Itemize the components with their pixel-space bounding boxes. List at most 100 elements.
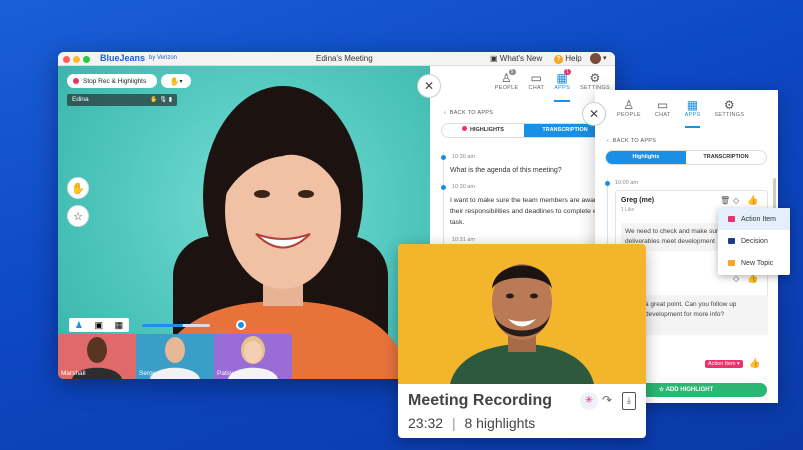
seg-highlights[interactable]: Highlights — [606, 151, 686, 164]
recording-card[interactable]: Meeting Recording 23:32 | 8 highlights ✳… — [398, 244, 646, 438]
grid-layout-icon[interactable]: ▦ — [115, 320, 124, 331]
raise-hand-button[interactable]: ✋ — [67, 177, 89, 199]
close-icon: ✕ — [423, 79, 435, 93]
tag-icon[interactable]: ◇ — [733, 196, 739, 205]
hand-icon: ✋ — [71, 182, 85, 195]
volume-slider-handle[interactable] — [235, 320, 246, 330]
maximize-window-button[interactable] — [83, 55, 90, 63]
people-icon: ♙ — [623, 98, 635, 112]
menu-item-action-item[interactable]: Action Item — [718, 208, 790, 230]
tag-label: Action Item — [708, 361, 736, 367]
speaker-layout-icon[interactable]: ▣ — [95, 320, 104, 331]
title-bar: BlueJeans by Verizon Edina's Meeting ▣ W… — [58, 52, 615, 66]
share-icon[interactable]: ↷ — [602, 393, 612, 407]
menu-item-decision[interactable]: Decision — [718, 230, 790, 252]
seg-label: HIGHLIGHTS — [470, 127, 504, 133]
download-icon[interactable]: ⤓ — [622, 392, 636, 410]
entry-time: 10:30 am — [452, 184, 475, 190]
meta-separator: | — [451, 415, 456, 431]
tab-label: APPS — [684, 112, 701, 118]
participant-tile[interactable]: Marshall — [58, 334, 136, 379]
highlight-author: Greg (me) — [621, 197, 655, 204]
tag-icon[interactable]: ◇ — [733, 274, 739, 283]
record-icon — [73, 78, 79, 84]
participant-tile[interactable]: Patsy — [214, 334, 292, 379]
decision-swatch — [728, 238, 735, 244]
recording-highlights: 8 highlights — [464, 415, 536, 431]
highlight-menu-button[interactable]: ✋ ▾ — [161, 74, 191, 88]
seg-transcription[interactable]: TRANSCRIPTION — [686, 151, 766, 164]
entry-time: 10:31 am — [452, 237, 475, 243]
highlight-type-dropdown: Action Item Decision New Topic — [718, 208, 790, 275]
action-item-tag[interactable]: Action Item ▾ — [705, 360, 743, 368]
participant-name: Marshall — [61, 370, 86, 377]
back-to-apps-link[interactable]: ‹ BACK TO APPS — [444, 110, 493, 116]
tab-label: CHAT — [654, 112, 671, 118]
tab-label: PEOPLE — [617, 112, 641, 118]
entry-time: 10:30 am — [452, 154, 475, 160]
volume-fill — [142, 324, 183, 327]
video-area: Stop Rec & Highlights ✋ ▾ Edina ✋ 🎙 ▮ ✋ … — [58, 66, 430, 379]
help-icon: ? — [554, 55, 563, 64]
thumbs-up-icon[interactable]: 👍 — [749, 358, 760, 369]
tab-label: CHAT — [528, 85, 545, 91]
volume-slider[interactable] — [142, 324, 210, 327]
brand-suffix: by Verizon — [149, 55, 178, 61]
tab-label: SETTINGS — [714, 112, 745, 118]
stop-rec-button[interactable]: Stop Rec & Highlights — [67, 74, 157, 88]
participant-tile[interactable]: Serge — [136, 334, 214, 379]
new-topic-swatch — [728, 260, 735, 266]
user-avatar[interactable] — [590, 53, 601, 64]
tab-chat[interactable]: ▭ CHAT — [528, 71, 544, 102]
panel2-segment-control: Highlights TRANSCRIPTION — [605, 150, 767, 165]
star-icon: ☆ — [658, 387, 665, 393]
close-window-button[interactable] — [63, 55, 70, 63]
help-button[interactable]: ? Help — [554, 54, 582, 64]
panel-tabs: ♙ PEOPLE ▭ CHAT ▦ APPS ⚙ SETTINGS — [595, 90, 778, 128]
people-layout-icon[interactable]: ♟ — [75, 320, 83, 331]
whats-new-button[interactable]: ▣ What's New — [490, 54, 542, 63]
seg-highlights[interactable]: HIGHLIGHTS — [442, 124, 524, 137]
trash-icon[interactable]: 🗑 — [720, 196, 730, 205]
layout-switcher: ♟ ▣ ▦ — [69, 318, 129, 332]
back-to-apps-link[interactable]: ‹ BACK TO APPS — [607, 138, 656, 144]
recording-meta: 23:32 | 8 highlights — [408, 415, 535, 431]
menu-item-new-topic[interactable]: New Topic — [718, 252, 790, 274]
brand-logo: BlueJeans — [100, 53, 146, 63]
seg-label: Highlights — [632, 154, 660, 160]
favorite-button[interactable]: ☆ — [67, 205, 89, 227]
thumbs-up-icon[interactable]: 👍 — [747, 195, 758, 206]
tab-people[interactable]: ♙ PEOPLE 5 — [495, 69, 519, 102]
window-title: Edina's Meeting — [316, 54, 373, 63]
chevron-down-icon[interactable]: ▾ — [603, 54, 607, 62]
transcript-entry: I want to make sure the team members are… — [450, 197, 608, 226]
tab-settings[interactable]: ⚙ SETTINGS — [714, 98, 744, 128]
close-icon: ✕ — [588, 107, 600, 121]
minimize-window-button[interactable] — [73, 55, 80, 63]
tab-people[interactable]: ♙ PEOPLE — [617, 98, 641, 128]
menu-item-label: Decision — [741, 237, 768, 245]
tab-chat[interactable]: ▭ CHAT — [655, 98, 671, 128]
entry-time: 10:00 am — [615, 180, 638, 186]
add-highlight-label: ADD HIGHLIGHT — [665, 387, 714, 393]
star-icon: ☆ — [73, 210, 83, 223]
participant-strip: Marshall Serge Patsy — [58, 334, 292, 379]
close-panel-button[interactable]: ✕ — [582, 102, 606, 126]
mic-icon: ✋ 🎙 ▮ — [150, 97, 172, 103]
timeline-dot — [441, 185, 446, 190]
apps-badge: 1 — [564, 69, 572, 75]
back-label: BACK TO APPS — [612, 138, 657, 144]
recording-thumbnail — [398, 244, 646, 384]
tab-apps[interactable]: ▦ APPS — [684, 98, 701, 128]
whats-new-label: What's New — [499, 54, 543, 63]
help-label: Help — [565, 54, 582, 63]
tab-apps[interactable]: ▦ APPS 1 — [554, 69, 572, 102]
apps-grid-icon: ▦ — [686, 98, 699, 112]
panel-tabs: ♙ PEOPLE 5 ▭ CHAT ▦ APPS 1 ⚙ SETTINGS — [430, 66, 615, 102]
menu-item-label: New Topic — [741, 259, 774, 267]
menu-item-label: Action Item — [741, 215, 777, 223]
close-panel-button[interactable]: ✕ — [417, 74, 441, 98]
chevron-down-icon: ▾ — [179, 78, 183, 85]
seg-label: TRANSCRIPTION — [703, 154, 749, 160]
slack-share-icon[interactable]: ✳ — [580, 392, 598, 410]
